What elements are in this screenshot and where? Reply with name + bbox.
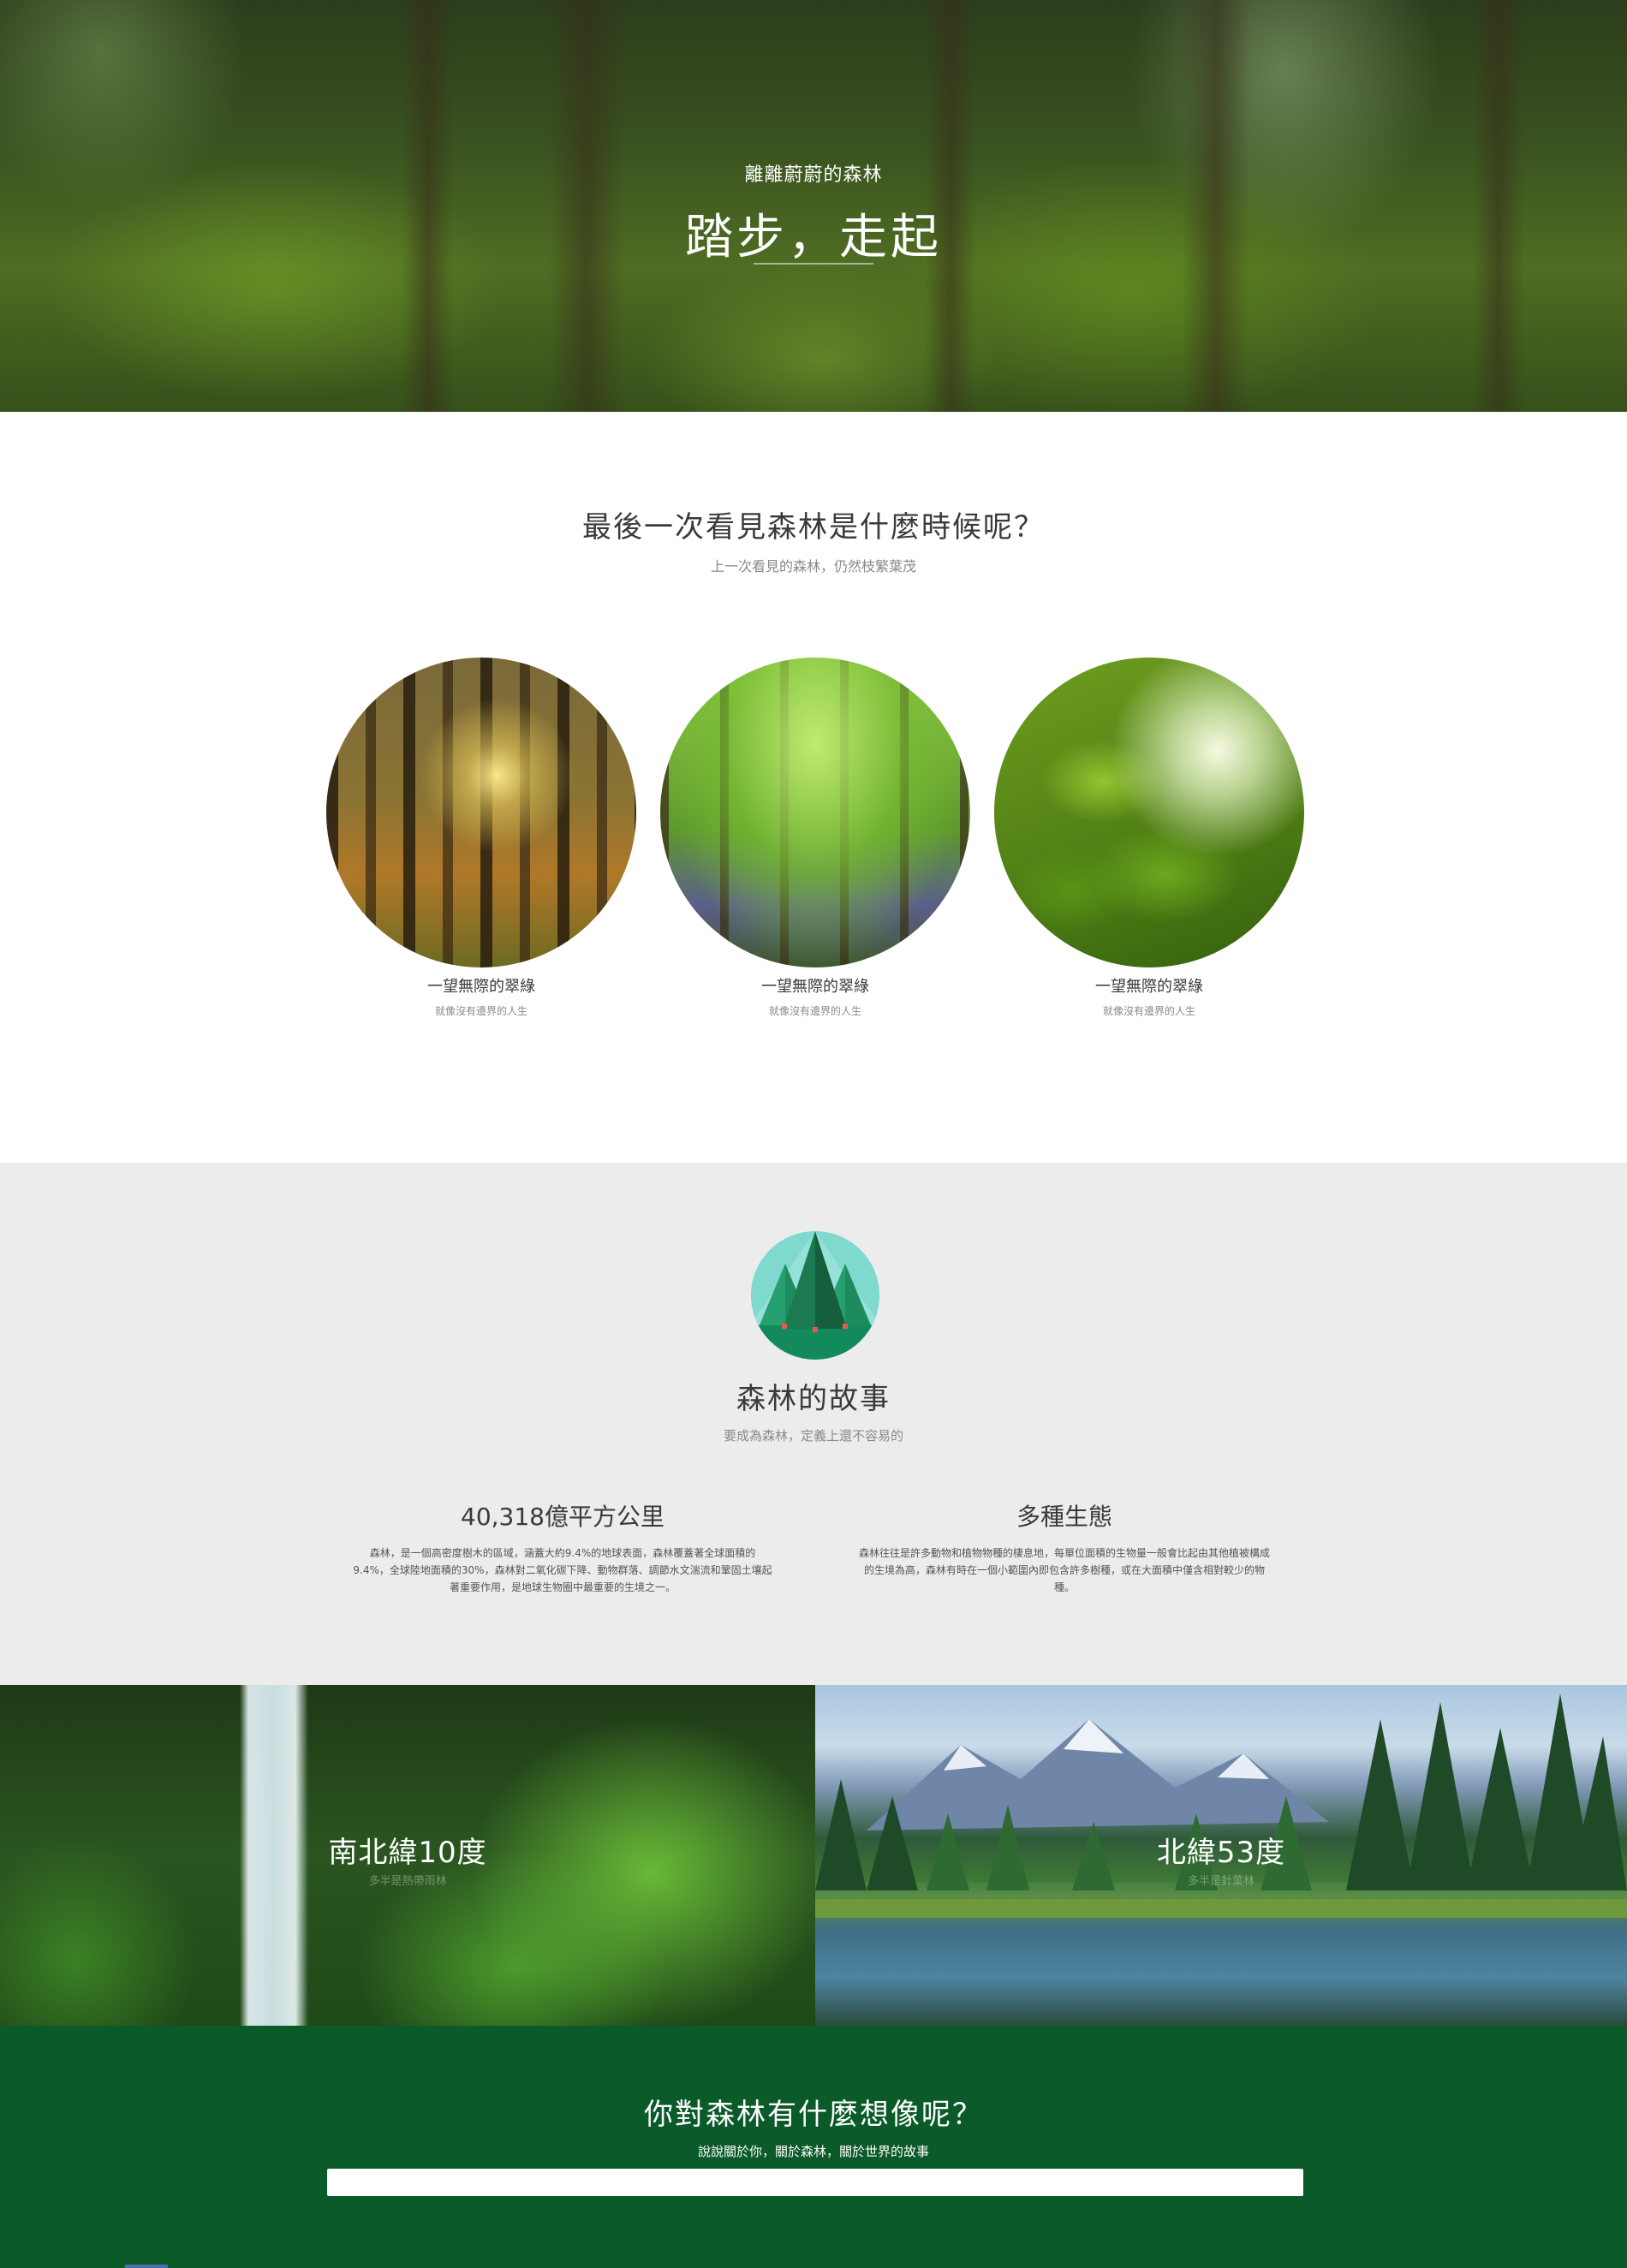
story-subtitle: 要成為森林，定義上還不容易的 — [723, 1428, 903, 1444]
card-title: 一望無際的翠綠 — [761, 978, 869, 996]
region-title: 北緯53度 — [1156, 1836, 1286, 1870]
intro-title: 最後一次看見森林是什麼時候呢？ — [582, 510, 1045, 545]
card-title: 一望無際的翠綠 — [427, 978, 535, 996]
region-title: 南北緯10度 — [328, 1836, 487, 1870]
intro-subtitle: 上一次看見的森林，仍然枝繁葉茂 — [710, 558, 916, 574]
region-tile-tropical: 南北緯10度 多半是熱帶雨林 — [0, 1685, 815, 2026]
fact-ecology: 多種生態 森林往往是許多動物和植物物種的棲息地，每單位面積的生物量一般會比起由其… — [855, 1498, 1274, 1596]
region-subtitle: 多半是熱帶雨林 — [368, 1875, 447, 1888]
story-section: 森林的故事 要成為森林，定義上還不容易的 40,318億平方公里 森林，是一個高… — [0, 1163, 1627, 1685]
forest-photo-green-woods — [660, 658, 970, 967]
contact-subtitle: 說說關於你，關於森林，關於世界的故事 — [697, 2144, 929, 2159]
hero-title: 踏步，走起 — [685, 210, 942, 265]
card-subtitle: 就像沒有邊界的人生 — [434, 1005, 527, 1017]
region-tile-conifer: 北緯53度 多半是針葉林 — [815, 1685, 1627, 2026]
hero-banner: 離離蔚蔚的森林 踏步，走起 — [0, 0, 1627, 412]
contact-section: 你對森林有什麼想像呢？ 說說關於你，關於森林，關於世界的故事 — [0, 2026, 1627, 2268]
fact-body: 森林往往是許多動物和植物物種的棲息地，每單位面積的生物量一般會比起由其他植被構成… — [858, 1547, 1270, 1593]
forest-photo-leaves — [994, 658, 1304, 967]
fact-body: 森林，是一個高密度樹木的區域，涵蓋大約9.4%的地球表面，森林覆蓋著全球面積的9… — [353, 1547, 772, 1593]
card-subtitle: 就像沒有邊界的人生 — [1102, 1005, 1195, 1017]
story-title: 森林的故事 — [736, 1382, 891, 1416]
region-subtitle: 多半是針葉林 — [1187, 1875, 1255, 1888]
page: 離離蔚蔚的森林 踏步，走起 最後一次看見森林是什麼時候呢？ 上一次看見的森林，仍… — [0, 0, 1627, 2268]
story-input[interactable] — [327, 2169, 1303, 2196]
forest-card: 一望無際的翠綠 就像沒有邊界的人生 — [660, 658, 970, 1018]
forest-photo-sunbeams — [326, 658, 636, 967]
fact-area: 40,318億平方公里 森林，是一個高密度樹木的區域，涵蓋大約9.4%的地球表面… — [353, 1498, 772, 1596]
fact-heading: 多種生態 — [1016, 1503, 1112, 1531]
hero-divider — [754, 263, 873, 265]
forest-card: 一望無際的翠綠 就像沒有邊界的人生 — [994, 658, 1304, 1018]
hero-subtitle: 離離蔚蔚的森林 — [744, 164, 883, 186]
fact-heading: 40,318億平方公里 — [461, 1503, 665, 1531]
footer-accent-bar — [125, 2265, 168, 2268]
forest-trees-icon-graphic — [751, 1231, 879, 1360]
forest-trees-icon — [751, 1231, 879, 1360]
contact-title: 你對森林有什麼想像呢？ — [644, 2098, 983, 2132]
forest-card: 一望無際的翠綠 就像沒有邊界的人生 — [326, 658, 636, 1018]
card-subtitle: 就像沒有邊界的人生 — [768, 1005, 861, 1017]
card-title: 一望無際的翠綠 — [1095, 978, 1203, 996]
